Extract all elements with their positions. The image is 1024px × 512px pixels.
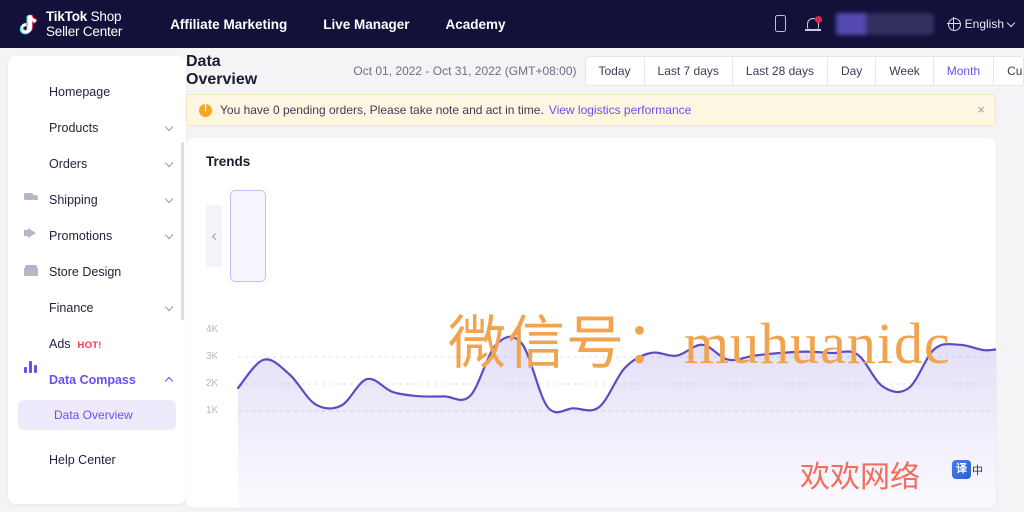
- sidebar-item-label: Store Design: [49, 265, 122, 279]
- chevron-down-icon: [164, 158, 174, 167]
- chart-area-fill: [238, 336, 996, 508]
- ads-icon: [24, 337, 39, 352]
- sidebar-items: Homepage Products Orders Shipping Promot…: [8, 56, 186, 488]
- bar-chart-icon: [24, 360, 39, 388]
- sidebar-item-ads[interactable]: Ads HOT!: [8, 326, 186, 362]
- nav-link-academy[interactable]: Academy: [446, 17, 506, 32]
- sidebar-item-label: Help Center: [49, 453, 116, 467]
- box-icon: [24, 121, 39, 136]
- brand-line-2: Seller Center: [46, 24, 123, 39]
- sidebar-item-shipping[interactable]: Shipping: [8, 182, 186, 218]
- sidebar-item-label: Promotions: [49, 229, 113, 243]
- trends-chart: 1K 2K 3K 4K: [186, 323, 996, 508]
- nav-link-affiliate-marketing[interactable]: Affiliate Marketing: [170, 17, 287, 32]
- sidebar-item-promotions[interactable]: Promotions: [8, 218, 186, 254]
- y-axis-tick-label: 4K: [206, 324, 219, 335]
- pending-orders-banner: You have 0 pending orders, Please take n…: [186, 94, 996, 126]
- chevron-left-icon[interactable]: [206, 205, 222, 267]
- home-icon: [24, 85, 39, 100]
- chevron-down-icon: [164, 122, 174, 131]
- warning-icon: [199, 103, 212, 117]
- filter-last-28-days[interactable]: Last 28 days: [732, 57, 828, 85]
- top-navigation-bar: TikTok Shop Seller Center Affiliate Mark…: [0, 0, 1024, 48]
- notification-badge: [814, 16, 822, 23]
- brand-text: TikTok Shop Seller Center: [46, 9, 122, 39]
- sidebar-item-label: Products: [49, 121, 99, 135]
- close-icon[interactable]: ×: [977, 102, 985, 118]
- globe-icon: [947, 17, 961, 31]
- filter-today[interactable]: Today: [585, 57, 645, 85]
- top-nav-actions: English: [772, 0, 1016, 48]
- chevron-down-icon: [1006, 18, 1016, 27]
- notification-bell-icon[interactable]: [804, 15, 822, 33]
- sidebar-scrollbar[interactable]: [181, 142, 184, 320]
- chevron-up-icon: [164, 376, 174, 386]
- date-range-label: Oct 01, 2022 - Oct 31, 2022 (GMT+08:00): [353, 64, 577, 78]
- y-axis-tick-label: 3K: [206, 351, 219, 362]
- sidebar-item-orders[interactable]: Orders: [8, 146, 186, 182]
- trends-title: Trends: [206, 154, 251, 169]
- filter-week[interactable]: Week: [876, 57, 934, 85]
- app-root: TikTok Shop Seller Center Affiliate Mark…: [0, 0, 1024, 512]
- sidebar: Homepage Products Orders Shipping Promot…: [8, 56, 186, 504]
- status-badge: HOT!: [77, 340, 102, 351]
- sidebar-item-data-overview[interactable]: Data Overview: [18, 400, 176, 430]
- chevron-down-icon: [164, 302, 174, 311]
- sidebar-item-label: Homepage: [49, 85, 111, 99]
- help-icon: [24, 453, 39, 468]
- metric-carousel: [206, 190, 266, 282]
- sidebar-ads-label: Ads: [49, 337, 71, 351]
- avatar[interactable]: [835, 13, 934, 35]
- sidebar-item-label: Finance: [49, 301, 94, 315]
- truck-icon: [24, 193, 39, 208]
- sidebar-item-label: Shipping: [49, 193, 98, 207]
- sidebar-item-data-compass[interactable]: Data Compass: [8, 360, 186, 398]
- chevron-down-icon: [164, 194, 174, 203]
- trends-card: Trends 1K 2K 3K 4K: [186, 138, 996, 508]
- document-icon: [24, 157, 39, 172]
- sidebar-item-products[interactable]: Products: [8, 110, 186, 146]
- y-axis-tick-label: 2K: [206, 378, 219, 389]
- sidebar-item-help-center[interactable]: Help Center: [8, 442, 186, 478]
- filter-month[interactable]: Month: [933, 57, 995, 85]
- sidebar-item-homepage[interactable]: Homepage: [8, 74, 186, 110]
- metric-card-selected[interactable]: [230, 190, 266, 282]
- main-content: Data Overview Oct 01, 2022 - Oct 31, 202…: [186, 48, 1024, 512]
- date-filter-group: Today Last 7 days Last 28 days Day Week …: [584, 56, 1024, 86]
- sidebar-item-label: Ads HOT!: [49, 337, 172, 351]
- mobile-phone-icon[interactable]: [772, 15, 790, 33]
- brand-line-1: TikTok Shop: [46, 8, 122, 24]
- y-axis-tick-label: 1K: [206, 405, 219, 416]
- language-label: English: [964, 17, 1004, 31]
- chart-svg: [236, 335, 996, 508]
- megaphone-icon: [24, 229, 39, 244]
- sidebar-item-store-design[interactable]: Store Design: [8, 254, 186, 290]
- filter-custom[interactable]: Custom: [994, 57, 1024, 85]
- page-title: Data Overview: [186, 53, 258, 88]
- storefront-icon: [24, 265, 39, 280]
- brand-logo[interactable]: TikTok Shop Seller Center: [14, 9, 122, 39]
- nav-link-live-manager[interactable]: Live Manager: [323, 17, 409, 32]
- top-nav-links: Affiliate Marketing Live Manager Academy: [170, 17, 505, 32]
- chevron-down-icon: [164, 230, 174, 239]
- view-logistics-performance-link[interactable]: View logistics performance: [549, 103, 692, 117]
- filter-day[interactable]: Day: [827, 57, 877, 85]
- banner-text: You have 0 pending orders, Please take n…: [220, 103, 544, 117]
- page-header: Data Overview Oct 01, 2022 - Oct 31, 202…: [186, 48, 1024, 94]
- tiktok-note-icon: [14, 11, 40, 37]
- filter-last-7-days[interactable]: Last 7 days: [644, 57, 733, 85]
- card-icon: [24, 301, 39, 316]
- language-selector[interactable]: English: [947, 17, 1016, 31]
- sidebar-item-label: Orders: [49, 157, 88, 171]
- sidebar-item-finance[interactable]: Finance: [8, 290, 186, 326]
- sidebar-item-label: Data Compass: [49, 373, 136, 387]
